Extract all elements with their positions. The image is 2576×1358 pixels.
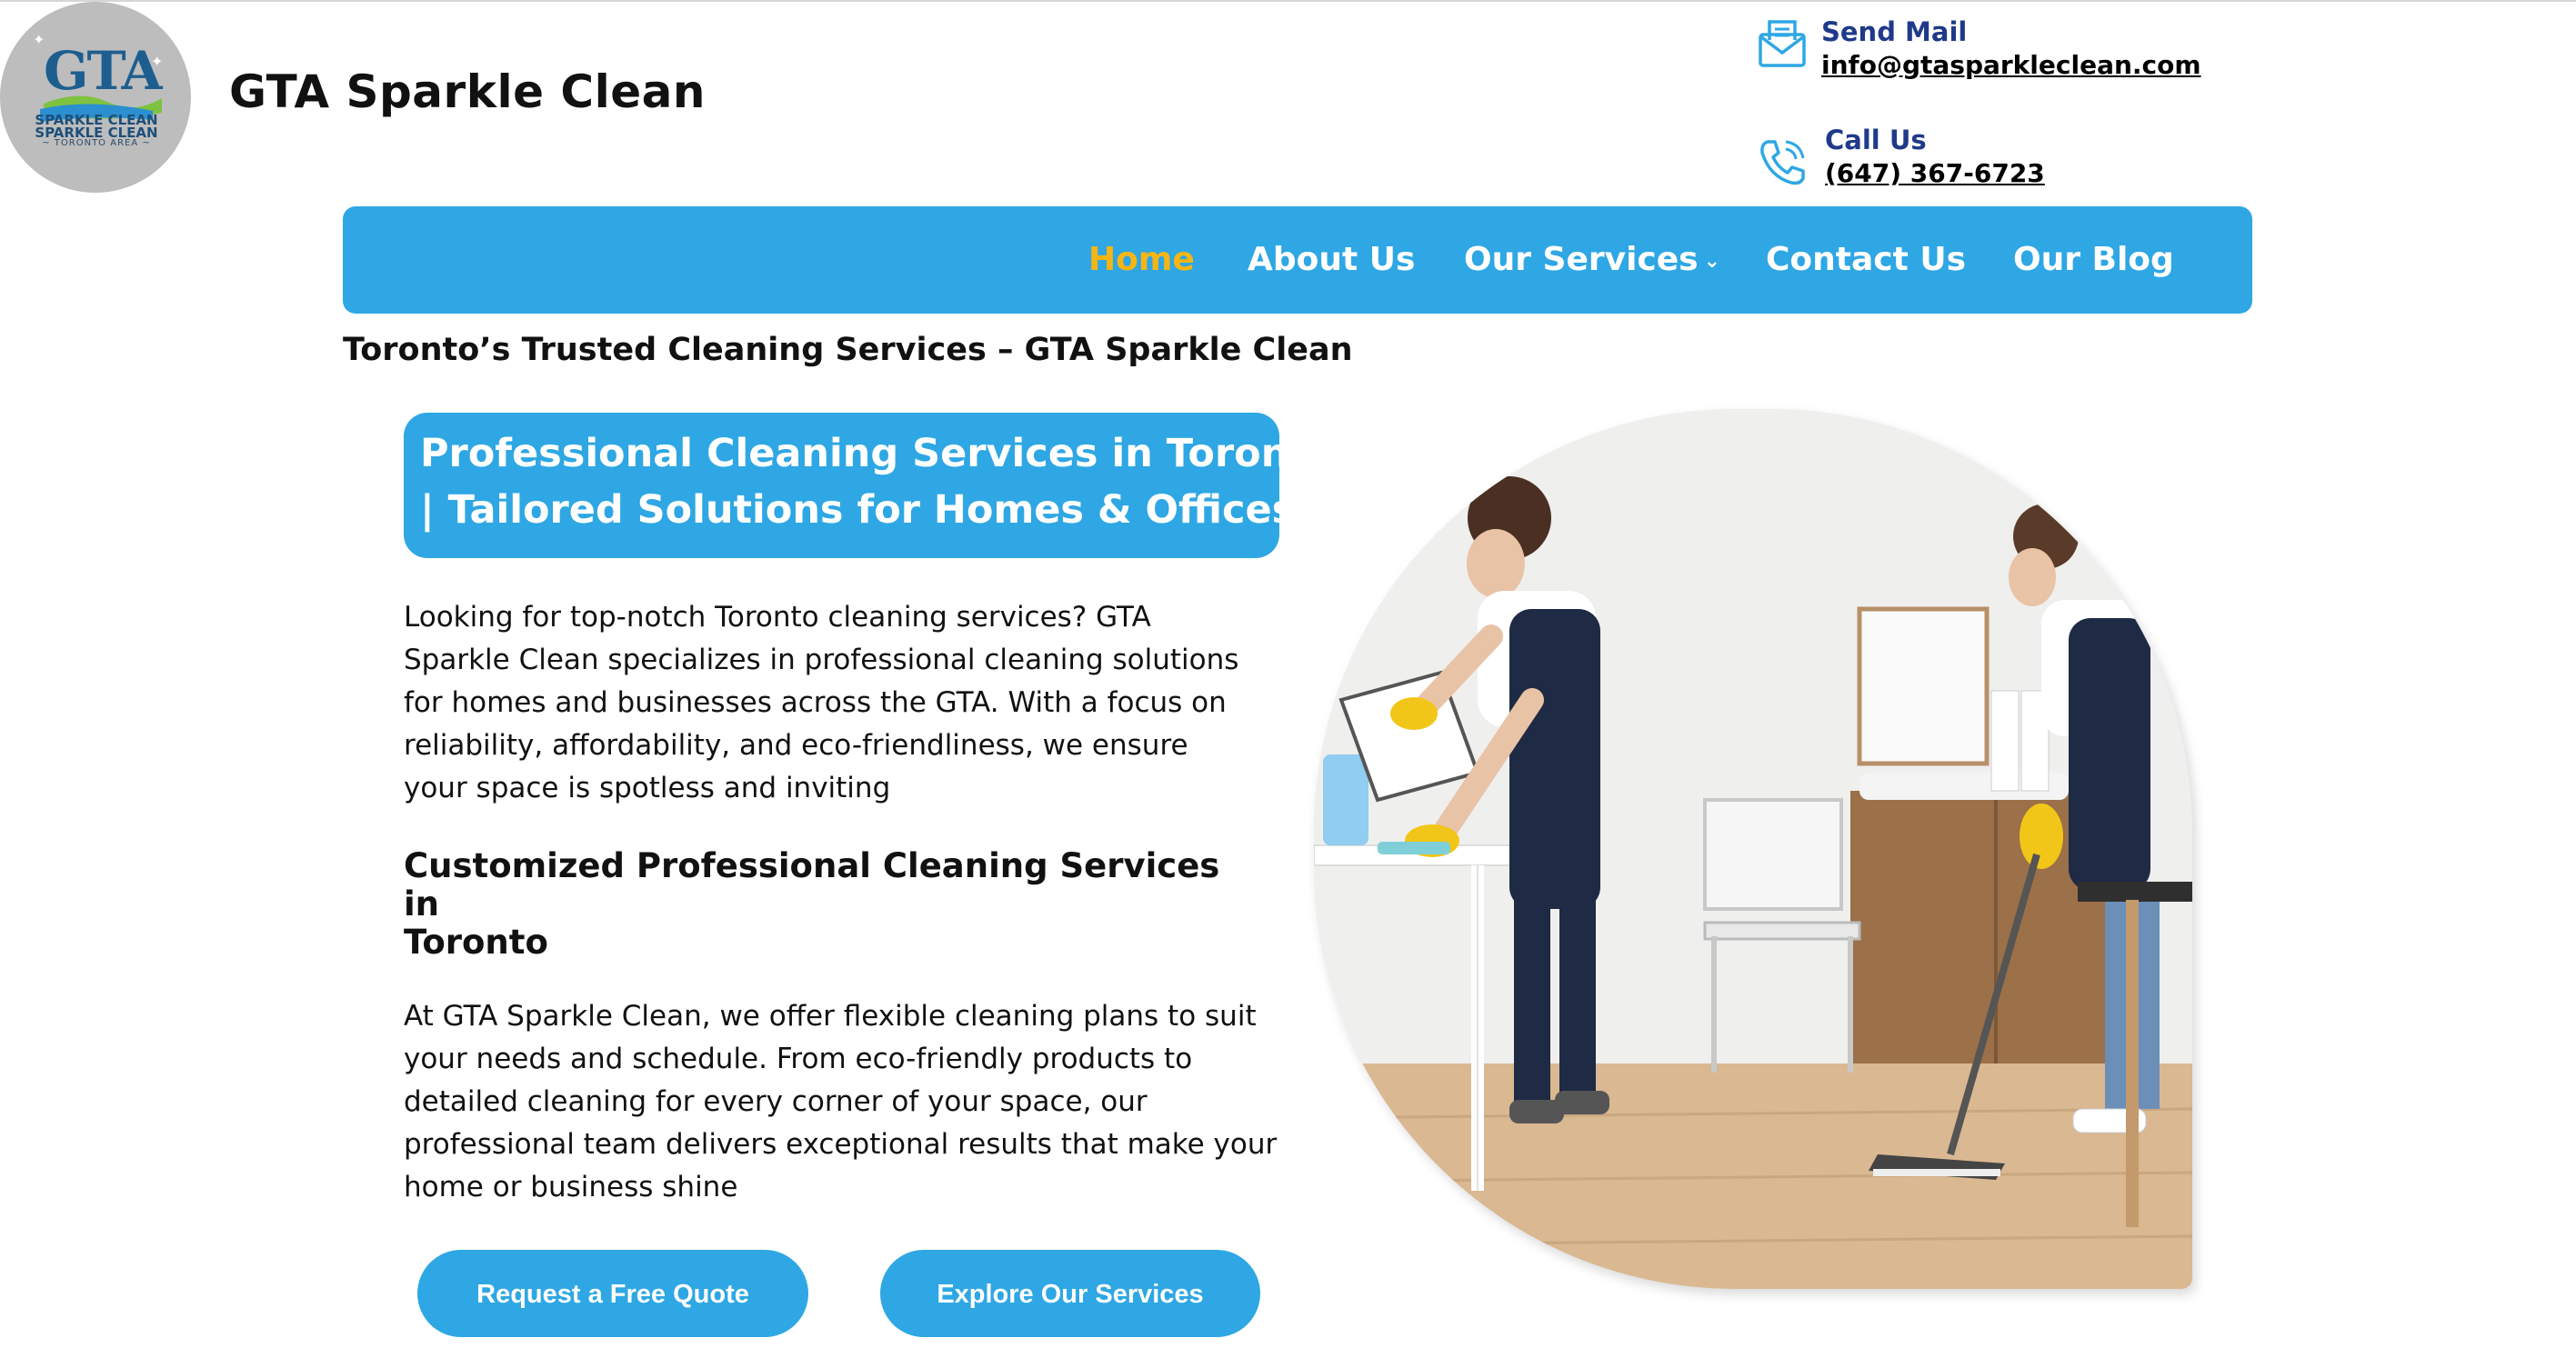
nav-item-about-us[interactable]: About Us <box>1248 241 1415 278</box>
page-tagline: Toronto’s Trusted Cleaning Services – GT… <box>343 332 1353 368</box>
site-title[interactable]: GTA Sparkle Clean <box>229 65 706 118</box>
body-line: home or business shine <box>404 1171 738 1203</box>
logo-main-text: GTA <box>44 40 163 102</box>
explore-services-button[interactable]: Explore Our Services <box>880 1250 1260 1337</box>
subheading-line: Toronto <box>404 923 548 962</box>
body-line: At GTA Sparkle Clean, we offer flexible … <box>404 1000 1257 1033</box>
phone-link[interactable]: (647) 367-6723 <box>1825 158 2045 188</box>
intro-line: Looking for top-notch Toronto cleaning s… <box>404 601 1151 634</box>
nav-item-our-services-label: Our Services <box>1464 241 1699 278</box>
send-mail-label: Send Mail <box>1821 16 1968 47</box>
nav-item-contact-us[interactable]: Contact Us <box>1766 241 1966 278</box>
intro-line: Sparkle Clean specializes in professiona… <box>404 644 1239 676</box>
intro-line: your space is spotless and inviting <box>404 772 891 804</box>
nav-item-our-blog[interactable]: Our Blog <box>2013 241 2174 278</box>
email-link[interactable]: info@gtasparkleclean.com <box>1821 50 2201 80</box>
hero-title-line-1: Professional Cleaning Services in Toront… <box>420 431 1335 476</box>
body-line: detailed cleaning for every corner of yo… <box>404 1085 1148 1118</box>
logo-area-text: ~ TORONTO AREA ~ <box>42 138 151 148</box>
cleaning-scene-illustration <box>1314 409 2192 1289</box>
call-us-label: Call Us <box>1825 125 1927 155</box>
chevron-down-icon: ⌄ <box>1703 249 1721 273</box>
intro-line: reliability, affordability, and eco-frie… <box>404 729 1188 762</box>
body-line: professional team delivers exceptional r… <box>404 1128 1278 1161</box>
site-logo[interactable]: ✦ ✦ ✦ GTA SPARKLE CLEAN SPARKLE CLEAN ~ … <box>0 2 191 193</box>
request-quote-button[interactable]: Request a Free Quote <box>417 1250 808 1337</box>
hero-cleaners-image <box>1314 409 2192 1289</box>
logo-emblem: ✦ ✦ ✦ GTA SPARKLE CLEAN SPARKLE CLEAN ~ … <box>16 25 175 162</box>
hero-title-box: Professional Cleaning Services in Toront… <box>404 413 1334 558</box>
intro-paragraph: Looking for top-notch Toronto cleaning s… <box>404 596 1295 810</box>
services-paragraph: At GTA Sparkle Clean, we offer flexible … <box>404 995 1295 1209</box>
mail-icon[interactable] <box>1755 16 1809 71</box>
services-subheading: Customized Professional Cleaning Service… <box>404 847 1222 962</box>
top-border <box>0 0 2576 2</box>
body-line: your needs and schedule. From eco-friend… <box>404 1043 1193 1075</box>
subheading-line: Customized Professional Cleaning Service… <box>404 846 1220 924</box>
nav-item-home[interactable]: Home <box>1088 241 1195 278</box>
hero-title-line-2: | Tailored Solutions for Homes & Offices <box>420 487 1296 533</box>
phone-icon[interactable] <box>1755 135 1809 189</box>
main-navbar: Home About Us Our Services ⌄ Contact Us O… <box>343 206 2252 314</box>
nav-item-our-services[interactable]: Our Services ⌄ <box>1464 241 1720 278</box>
intro-line: for homes and businesses across the GTA.… <box>404 686 1227 719</box>
